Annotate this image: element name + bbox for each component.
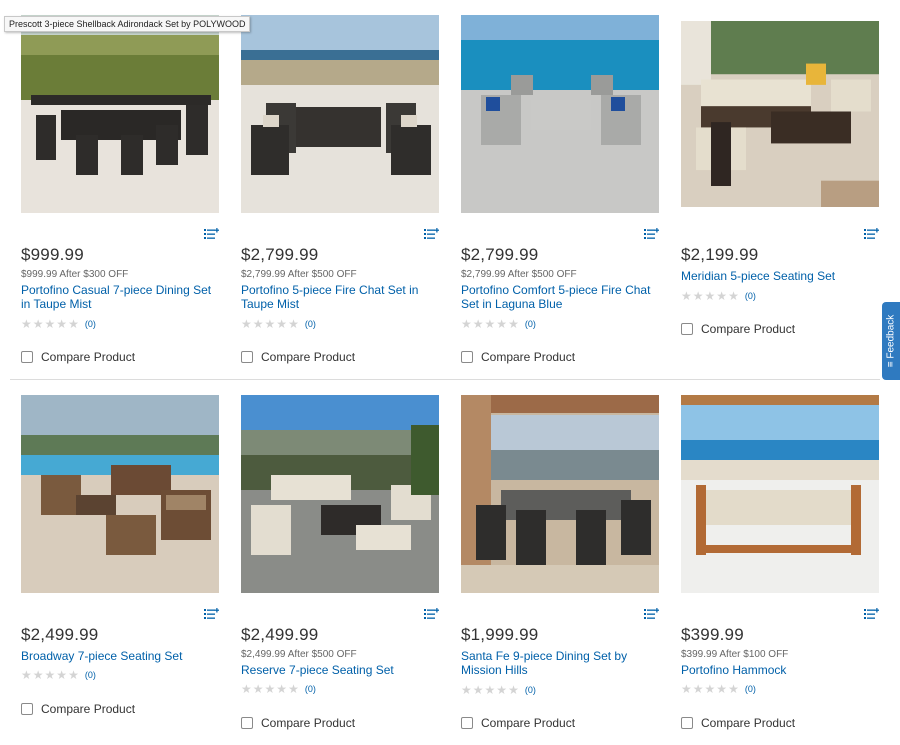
rating: ★ ★ ★ ★ ★ (0) bbox=[21, 669, 96, 681]
product-image[interactable] bbox=[241, 395, 439, 593]
product-price: $2,499.99 bbox=[241, 625, 319, 644]
product-price: $2,799.99 bbox=[461, 245, 539, 264]
promo-text: $999.99 After $300 OFF bbox=[21, 269, 129, 280]
review-count-link[interactable]: (0) bbox=[85, 319, 96, 329]
add-to-list-icon[interactable] bbox=[424, 227, 440, 239]
promo-text: $2,799.99 After $500 OFF bbox=[241, 269, 357, 280]
compare-product-checkbox[interactable]: Compare Product bbox=[461, 716, 575, 730]
rating-stars: ★ ★ ★ ★ ★ bbox=[21, 317, 79, 331]
compare-label: Compare Product bbox=[261, 716, 356, 730]
rating-stars: ★ ★ ★ ★ ★ bbox=[461, 317, 519, 331]
compare-product-checkbox[interactable]: Compare Product bbox=[241, 716, 355, 730]
product-image[interactable] bbox=[21, 15, 219, 213]
compare-label: Compare Product bbox=[481, 350, 576, 364]
checkbox[interactable] bbox=[681, 323, 693, 335]
product-price: $999.99 bbox=[21, 245, 84, 264]
promo-text: $2,499.99 After $500 OFF bbox=[241, 649, 357, 660]
review-count-link[interactable]: (0) bbox=[525, 319, 536, 329]
feedback-label: ≡ Feedback bbox=[885, 314, 897, 368]
compare-product-checkbox[interactable]: Compare Product bbox=[461, 350, 575, 364]
checkbox[interactable] bbox=[21, 703, 33, 715]
add-to-list-icon[interactable] bbox=[424, 607, 440, 619]
feedback-tab[interactable]: ≡ Feedback bbox=[882, 302, 900, 380]
checkbox[interactable] bbox=[21, 351, 33, 363]
product-tooltip: Prescott 3-piece Shellback Adirondack Se… bbox=[4, 16, 251, 32]
product-name-link[interactable]: Santa Fe 9-piece Dining Set by Mission H… bbox=[461, 649, 641, 677]
product-price: $2,799.99 bbox=[241, 245, 319, 264]
checkbox[interactable] bbox=[681, 717, 693, 729]
rating: ★ ★ ★ ★ ★ (0) bbox=[681, 290, 756, 302]
promo-text: $2,799.99 After $500 OFF bbox=[461, 269, 577, 280]
product-image[interactable] bbox=[461, 15, 659, 213]
add-to-list-icon[interactable] bbox=[204, 607, 220, 619]
review-count-link[interactable]: (0) bbox=[525, 685, 536, 695]
compare-label: Compare Product bbox=[261, 350, 356, 364]
product-price: $1,999.99 bbox=[461, 625, 539, 644]
product-name-link[interactable]: Portofino 5-piece Fire Chat Set in Taupe… bbox=[241, 283, 441, 311]
add-to-list-icon[interactable] bbox=[864, 607, 880, 619]
product-image[interactable] bbox=[681, 395, 879, 593]
row-divider bbox=[10, 379, 880, 380]
rating-stars: ★ ★ ★ ★ ★ bbox=[21, 668, 79, 682]
rating: ★ ★ ★ ★ ★ (0) bbox=[461, 318, 536, 330]
review-count-link[interactable]: (0) bbox=[305, 684, 316, 694]
product-name-link[interactable]: Portofino Hammock bbox=[681, 663, 881, 677]
rating: ★ ★ ★ ★ ★ (0) bbox=[461, 684, 536, 696]
rating-stars: ★ ★ ★ ★ ★ bbox=[461, 683, 519, 697]
product-image[interactable] bbox=[241, 15, 439, 213]
rating: ★ ★ ★ ★ ★ (0) bbox=[241, 683, 316, 695]
add-to-list-icon[interactable] bbox=[644, 607, 660, 619]
compare-product-checkbox[interactable]: Compare Product bbox=[681, 716, 795, 730]
product-name-link[interactable]: Broadway 7-piece Seating Set bbox=[21, 649, 221, 663]
rating-stars: ★ ★ ★ ★ ★ bbox=[681, 682, 739, 696]
rating: ★ ★ ★ ★ ★ (0) bbox=[681, 683, 756, 695]
add-to-list-icon[interactable] bbox=[644, 227, 660, 239]
compare-product-checkbox[interactable]: Compare Product bbox=[21, 350, 135, 364]
compare-product-checkbox[interactable]: Compare Product bbox=[681, 322, 795, 336]
compare-label: Compare Product bbox=[701, 322, 796, 336]
rating: ★ ★ ★ ★ ★ (0) bbox=[21, 318, 96, 330]
rating-stars: ★ ★ ★ ★ ★ bbox=[241, 682, 299, 696]
product-name-link[interactable]: Reserve 7-piece Seating Set bbox=[241, 663, 441, 677]
review-count-link[interactable]: (0) bbox=[745, 684, 756, 694]
rating-stars: ★ ★ ★ ★ ★ bbox=[681, 289, 739, 303]
product-name-link[interactable]: Meridian 5-piece Seating Set bbox=[681, 269, 881, 283]
compare-label: Compare Product bbox=[41, 702, 136, 716]
add-to-list-icon[interactable] bbox=[864, 227, 880, 239]
product-price: $2,499.99 bbox=[21, 625, 99, 644]
compare-label: Compare Product bbox=[41, 350, 136, 364]
product-price: $2,199.99 bbox=[681, 245, 759, 264]
compare-product-checkbox[interactable]: Compare Product bbox=[21, 702, 135, 716]
add-to-list-icon[interactable] bbox=[204, 227, 220, 239]
product-image[interactable] bbox=[461, 395, 659, 593]
review-count-link[interactable]: (0) bbox=[85, 670, 96, 680]
rating-stars: ★ ★ ★ ★ ★ bbox=[241, 317, 299, 331]
checkbox[interactable] bbox=[461, 351, 473, 363]
product-price: $399.99 bbox=[681, 625, 744, 644]
checkbox[interactable] bbox=[241, 351, 253, 363]
promo-text: $399.99 After $100 OFF bbox=[681, 649, 789, 660]
product-name-link[interactable]: Portofino Casual 7-piece Dining Set in T… bbox=[21, 283, 221, 311]
checkbox[interactable] bbox=[461, 717, 473, 729]
compare-product-checkbox[interactable]: Compare Product bbox=[241, 350, 355, 364]
compare-label: Compare Product bbox=[481, 716, 576, 730]
product-name-link[interactable]: Portofino Comfort 5-piece Fire Chat Set … bbox=[461, 283, 661, 311]
compare-label: Compare Product bbox=[701, 716, 796, 730]
review-count-link[interactable]: (0) bbox=[305, 319, 316, 329]
checkbox[interactable] bbox=[241, 717, 253, 729]
product-image[interactable] bbox=[681, 21, 879, 207]
rating: ★ ★ ★ ★ ★ (0) bbox=[241, 318, 316, 330]
review-count-link[interactable]: (0) bbox=[745, 291, 756, 301]
product-image[interactable] bbox=[21, 395, 219, 593]
